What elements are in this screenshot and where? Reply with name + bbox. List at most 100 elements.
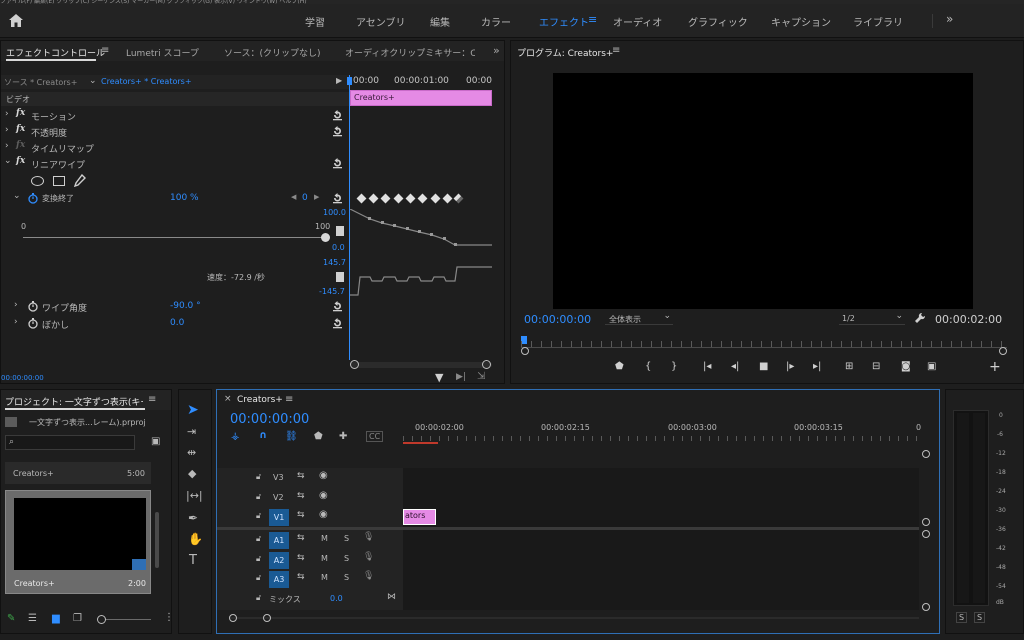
lock-icon[interactable]: 🔓︎ [256, 492, 261, 502]
feather-value[interactable]: 0.0 [170, 318, 184, 328]
mute-button[interactable]: M [321, 573, 328, 582]
transition-slider-thumb[interactable] [321, 233, 330, 242]
eye-icon[interactable]: ◉ [319, 490, 328, 501]
video-tracks-scrollbar[interactable] [922, 450, 930, 526]
sync-lock-icon[interactable]: ⇆ [297, 572, 305, 582]
extract-icon[interactable]: ⊟ [872, 361, 880, 372]
scroll-handle-right[interactable] [482, 360, 491, 369]
feather-row[interactable]: › ぼかし 0.0 [1, 316, 349, 332]
type-tool-icon[interactable]: T [189, 553, 197, 568]
keyframe-marker[interactable] [356, 193, 367, 204]
workspace-captions[interactable]: キャプション [771, 14, 831, 29]
keyframe-track[interactable] [350, 191, 492, 207]
workspace-audio[interactable]: オーディオ [613, 14, 662, 29]
add-marker-icon[interactable]: ⬟ [615, 361, 624, 372]
fx-icon[interactable]: fx [16, 124, 25, 134]
audio-tracks-scrollbar[interactable] [922, 530, 930, 611]
ripple-edit-tool-icon[interactable]: ⇹ [187, 446, 196, 459]
captions-icon[interactable]: CC [366, 431, 384, 442]
playback-resolution-select[interactable]: 1/2 ⌄ [839, 311, 905, 325]
linked-selection-icon[interactable]: ⛓ [285, 431, 298, 442]
keyframe-marker[interactable] [405, 193, 416, 204]
thumbnail-size-slider[interactable] [97, 615, 151, 624]
scroll-handle-left[interactable] [229, 614, 237, 622]
solo-button[interactable]: S [344, 534, 349, 543]
mark-out-icon[interactable]: } [671, 361, 677, 372]
workspace-effects[interactable]: エフェクト [539, 14, 589, 29]
graph-toggle-icon[interactable] [336, 272, 344, 282]
reset-icon[interactable] [332, 301, 343, 312]
project-item-sequence[interactable]: Creators+ 5:00 [5, 462, 151, 484]
project-search-field[interactable]: ⌕ [5, 435, 135, 450]
expand-chevron-icon[interactable]: › [5, 141, 9, 151]
pen-tool-icon[interactable]: ✒ [188, 511, 198, 525]
ec-timecode[interactable]: 00:00:00:00 [1, 374, 44, 382]
program-playhead-timecode[interactable]: 00:00:00:00 [524, 313, 591, 326]
stopwatch-icon[interactable] [28, 193, 38, 204]
program-video-frame[interactable] [553, 73, 973, 309]
scroll-handle-top[interactable] [922, 450, 930, 458]
reset-icon[interactable] [332, 110, 343, 121]
wipe-angle-value[interactable]: -90.0 ° [170, 301, 201, 311]
tab-source-monitor[interactable]: ソース：(クリップなし) [224, 46, 321, 59]
collapse-chevron-icon[interactable]: ⌄ [13, 191, 21, 201]
fx-icon[interactable]: fx [16, 108, 25, 118]
timeline-playhead-timecode[interactable]: 00:00:00:00 [230, 412, 309, 427]
filter-icon[interactable]: ▼ [435, 371, 443, 384]
tab-project[interactable]: プロジェクト: 一文字ずつ表示(キーフ [5, 395, 143, 408]
source-dropdown-icon[interactable]: ⌄ [89, 76, 97, 86]
ec-time-ruler[interactable]: 00:00 00:00:01:00 00:00 [349, 75, 494, 89]
effect-opacity-row[interactable]: › fx 不透明度 [1, 124, 349, 140]
project-item-thumbnail-card[interactable]: Creators+ 2:00 [5, 490, 151, 594]
stopwatch-icon[interactable] [28, 318, 38, 329]
mute-button[interactable]: M [321, 554, 328, 563]
scroll-handle-top[interactable] [922, 530, 930, 538]
expand-chevron-icon[interactable]: › [5, 109, 9, 119]
reset-icon[interactable] [332, 318, 343, 329]
more-options-icon[interactable]: ⋮ [164, 612, 174, 623]
export-frame-icon[interactable]: ◙ [901, 361, 911, 372]
close-tab-icon[interactable]: × [224, 394, 232, 404]
tab-lumetri-scopes[interactable]: Lumetri スコープ [126, 46, 199, 59]
workspace-menu-icon[interactable]: ≡ [588, 13, 597, 26]
sync-lock-icon[interactable]: ⇆ [297, 471, 305, 481]
home-icon[interactable] [9, 14, 23, 27]
wrench-icon[interactable] [914, 312, 926, 324]
list-view-icon[interactable]: ☰ [28, 613, 37, 624]
solo-left-button[interactable]: S [956, 612, 968, 623]
timeline-ruler[interactable]: 00:00:02:00 00:00:02:15 00:00:03:00 00:0… [403, 420, 921, 446]
graph-toggle-icon[interactable] [336, 226, 344, 236]
lock-icon[interactable]: 🔓︎ [256, 573, 261, 583]
slip-tool-icon[interactable]: |↔| [186, 489, 203, 502]
expand-chevron-icon[interactable]: › [14, 317, 18, 327]
step-back-icon[interactable]: ◂| [731, 361, 739, 372]
wipe-angle-row[interactable]: › ワイプ角度 -90.0 ° [1, 299, 349, 315]
workspace-graphics[interactable]: グラフィック [688, 14, 748, 29]
voice-over-mic-icon[interactable]: 🎙︎ [363, 552, 374, 562]
sync-lock-icon[interactable]: ⇆ [297, 491, 305, 501]
scroll-handle-right[interactable] [263, 614, 271, 622]
mute-button[interactable]: M [321, 534, 328, 543]
tab-menu-icon[interactable]: ≡ [148, 394, 156, 405]
track-row-v1[interactable]: 🔓︎ V1 ⇆ ◉ [217, 508, 403, 527]
tab-audio-clip-mixer[interactable]: オーディオクリップミキサー：Crea [345, 46, 475, 59]
track-target-a3[interactable]: A3 [269, 571, 289, 588]
next-keyframe-icon[interactable]: ▶ [314, 193, 319, 201]
reset-icon[interactable] [332, 193, 343, 204]
stop-icon[interactable]: ■ [759, 361, 768, 372]
razor-tool-icon[interactable]: ◆ [188, 467, 196, 480]
panel-more-button[interactable]: » [493, 44, 500, 57]
export-icon[interactable]: ⇲ [477, 371, 485, 382]
scroll-handle-bottom[interactable] [922, 518, 930, 526]
transition-slider-track[interactable] [23, 237, 325, 238]
lock-icon[interactable]: 🔓︎ [256, 554, 261, 564]
add-marker-icon[interactable]: ⬟ [314, 431, 323, 442]
play-audio-icon[interactable]: ▶| [456, 372, 466, 382]
scroll-handle-bottom[interactable] [922, 603, 930, 611]
keyframe-marker[interactable] [430, 193, 441, 204]
tab-sequence[interactable]: Creators+ [237, 395, 283, 405]
new-bin-icon[interactable]: ▣ [151, 436, 160, 447]
ec-clip-bar[interactable]: Creators+ [350, 90, 492, 106]
sequence-clip-selector[interactable]: Creators+ * Creators+ [101, 77, 192, 86]
voice-over-mic-icon[interactable]: 🎙︎ [363, 532, 374, 542]
